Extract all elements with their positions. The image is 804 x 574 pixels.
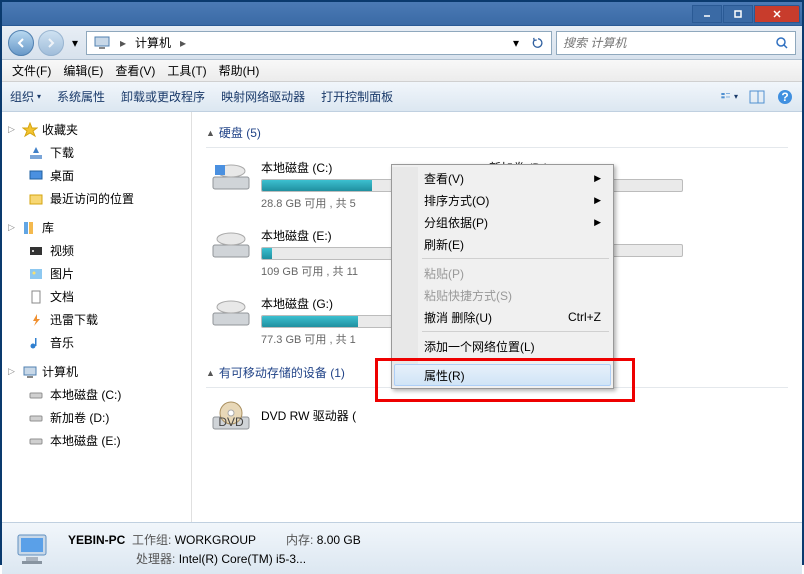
ctx-paste[interactable]: 粘贴(P) [394,262,611,284]
navigation-pane: ▷收藏夹 下载 桌面 最近访问的位置 ▷库 视频 图片 文档 迅雷下载 音乐 ▷… [2,112,192,522]
sidebar-drive-d[interactable]: 新加卷 (D:) [2,406,191,429]
ctx-group[interactable]: 分组依据(P)▶ [394,211,611,233]
uninstall-program-button[interactable]: 卸载或更改程序 [121,88,205,105]
thunder-icon [28,312,44,328]
command-bar: 组织▾ 系统属性 卸载或更改程序 映射网络驱动器 打开控制面板 ▾ ? [2,82,802,112]
address-bar[interactable]: ▸ 计算机 ▸ ▾ [86,31,552,55]
open-control-panel-button[interactable]: 打开控制面板 [321,88,393,105]
menu-tools[interactable]: 工具(T) [161,60,212,81]
view-options-button[interactable]: ▾ [720,88,738,106]
svg-text:DVD: DVD [218,415,244,429]
dvd-drive[interactable]: DVD DVD RW 驱动器 ( [206,396,466,438]
system-properties-button[interactable]: 系统属性 [57,88,105,105]
drive-icon [28,410,44,426]
preview-pane-button[interactable] [748,88,766,106]
sidebar-desktop[interactable]: 桌面 [2,164,191,187]
nav-forward-button[interactable] [38,30,64,56]
details-pane: YEBIN-PC 工作组: WORKGROUP 内存: 8.00 GB 处理器:… [2,522,802,574]
drive-icon [28,433,44,449]
libraries-group[interactable]: ▷库 [2,216,191,239]
sidebar-thunder[interactable]: 迅雷下载 [2,308,191,331]
sidebar-video[interactable]: 视频 [2,239,191,262]
sidebar-downloads[interactable]: 下载 [2,141,191,164]
computer-group[interactable]: ▷计算机 [2,360,191,383]
nav-history-dropdown[interactable]: ▾ [68,32,82,54]
ctx-view[interactable]: 查看(V)▶ [394,167,611,189]
download-icon [28,145,44,161]
search-icon[interactable] [775,36,789,50]
sidebar-pictures[interactable]: 图片 [2,262,191,285]
breadcrumb-sep[interactable]: ▸ [175,36,191,50]
sidebar-drive-e[interactable]: 本地磁盘 (E:) [2,429,191,452]
ctx-refresh[interactable]: 刷新(E) [394,233,611,255]
ctx-separator [422,331,609,332]
map-network-drive-button[interactable]: 映射网络驱动器 [221,88,305,105]
ctx-properties[interactable]: 属性(R) [394,364,611,386]
hdd-section-header[interactable]: ▲硬盘 (5) [206,120,788,148]
drive-icon [209,159,253,195]
minimize-button[interactable] [692,5,722,23]
window-titlebar [2,2,802,26]
drive-icon [28,387,44,403]
navigation-bar: ▾ ▸ 计算机 ▸ ▾ [2,26,802,60]
search-box[interactable] [556,31,796,55]
sidebar-drive-c[interactable]: 本地磁盘 (C:) [2,383,191,406]
address-dropdown[interactable]: ▾ [505,32,527,54]
picture-icon [28,266,44,282]
computer-icon [22,364,38,380]
drive-icon [209,295,253,331]
drive-icon [209,227,253,263]
organize-button[interactable]: 组织▾ [10,88,41,105]
sidebar-recent[interactable]: 最近访问的位置 [2,187,191,210]
ctx-paste-shortcut[interactable]: 粘贴快捷方式(S) [394,284,611,306]
menu-file[interactable]: 文件(F) [6,60,57,81]
sidebar-documents[interactable]: 文档 [2,285,191,308]
context-menu: 查看(V)▶ 排序方式(O)▶ 分组依据(P)▶ 刷新(E) 粘贴(P) 粘贴快… [391,164,614,389]
dvd-icon: DVD [209,399,253,435]
ctx-add-network-location[interactable]: 添加一个网络位置(L) [394,335,611,357]
close-button[interactable] [754,5,800,23]
pc-name: YEBIN-PC [68,533,125,547]
menu-help[interactable]: 帮助(H) [213,60,266,81]
menu-bar: 文件(F) 编辑(E) 查看(V) 工具(T) 帮助(H) [2,60,802,82]
sidebar-music[interactable]: 音乐 [2,331,191,354]
nav-back-button[interactable] [8,30,34,56]
desktop-icon [28,168,44,184]
menu-view[interactable]: 查看(V) [109,60,161,81]
star-icon [22,122,38,138]
document-icon [28,289,44,305]
ctx-sort[interactable]: 排序方式(O)▶ [394,189,611,211]
ctx-separator [422,258,609,259]
library-icon [22,220,38,236]
help-button[interactable]: ? [776,88,794,106]
computer-icon [93,34,111,52]
maximize-button[interactable] [723,5,753,23]
menu-edit[interactable]: 编辑(E) [57,60,109,81]
breadcrumb-computer[interactable]: 计算机 [131,32,175,54]
music-icon [28,335,44,351]
breadcrumb-root-sep[interactable]: ▸ [115,36,131,50]
svg-text:?: ? [781,90,788,104]
refresh-button[interactable] [527,32,549,54]
recent-icon [28,191,44,207]
computer-icon [14,529,56,569]
favorites-group[interactable]: ▷收藏夹 [2,118,191,141]
ctx-undo-delete[interactable]: 撤消 删除(U)Ctrl+Z [394,306,611,328]
search-input[interactable] [563,36,775,50]
video-icon [28,243,44,259]
ctx-separator [422,360,609,361]
